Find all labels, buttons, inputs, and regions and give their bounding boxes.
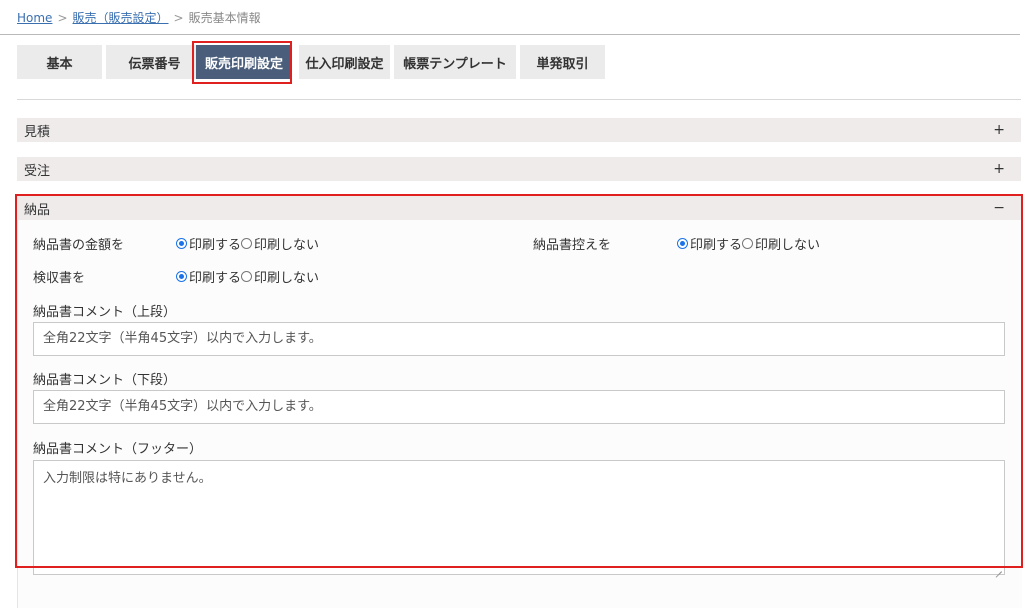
copy-print-label: 納品書控えを	[533, 238, 612, 253]
radio-label[interactable]: 印刷する	[189, 267, 241, 286]
breadcrumb-separator: >	[173, 11, 184, 25]
resize-handle-icon[interactable]	[993, 563, 1003, 573]
comment-footer-textarea[interactable]: 入力制限は特にありません。	[33, 460, 1005, 575]
accordion-estimate-title: 見積	[24, 124, 51, 140]
comment-upper-label: 納品書コメント（上段）	[33, 305, 177, 320]
header-divider	[0, 34, 1020, 35]
comment-lower-input[interactable]: 全角22文字（半角45文字）以内で入力します。	[33, 390, 1005, 424]
accordion-order-title: 受注	[24, 163, 51, 179]
expand-icon[interactable]: +	[993, 122, 1005, 138]
comment-lower-label: 納品書コメント（下段）	[33, 373, 177, 388]
radio-label[interactable]: 印刷する	[189, 234, 241, 253]
accordion-estimate-header[interactable]: 見積 +	[17, 118, 1021, 142]
comment-upper-input[interactable]: 全角22文字（半角45文字）以内で入力します。	[33, 322, 1005, 356]
amount-print-label: 納品書の金額を	[33, 238, 125, 253]
breadcrumb-separator: >	[57, 11, 68, 25]
inspection-print-yes-radio[interactable]	[176, 271, 187, 282]
amount-print-no-radio[interactable]	[241, 238, 253, 249]
expand-icon[interactable]: +	[993, 161, 1005, 177]
accordion-delivery-title: 納品	[24, 202, 51, 218]
tab-single-transaction[interactable]: 単発取引	[520, 45, 605, 79]
copy-print-no-radio[interactable]	[742, 238, 754, 249]
accordion-order-header[interactable]: 受注 +	[17, 157, 1021, 181]
tab-form-template[interactable]: 帳票テンプレート	[394, 45, 516, 79]
collapse-icon[interactable]: −	[993, 200, 1005, 216]
radio-label[interactable]: 印刷しない	[254, 234, 319, 253]
tab-basic[interactable]: 基本	[17, 45, 102, 79]
copy-print-radio-group: 印刷する 印刷しない	[677, 234, 820, 253]
breadcrumb-current: 販売基本情報	[188, 11, 261, 25]
breadcrumb-parent-link[interactable]: 販売（販売設定）	[73, 11, 169, 25]
inspection-print-no-radio[interactable]	[241, 271, 253, 282]
breadcrumb-home-link[interactable]: Home	[17, 11, 52, 25]
comment-footer-label: 納品書コメント（フッター）	[33, 442, 203, 457]
radio-label[interactable]: 印刷しない	[254, 267, 319, 286]
inspection-print-label: 検収書を	[33, 271, 86, 286]
breadcrumb: Home > 販売（販売設定） > 販売基本情報	[17, 9, 261, 26]
tab-purchase-print-settings[interactable]: 仕入印刷設定	[299, 45, 390, 79]
amount-print-yes-radio[interactable]	[176, 238, 187, 249]
accordion-delivery-header[interactable]: 納品 −	[17, 196, 1021, 220]
copy-print-yes-radio[interactable]	[677, 238, 688, 249]
active-tab-highlight	[192, 41, 292, 84]
tabs-divider	[17, 99, 1021, 100]
radio-label[interactable]: 印刷しない	[755, 234, 820, 253]
tab-slip-number[interactable]: 伝票番号	[106, 45, 203, 79]
inspection-print-radio-group: 印刷する 印刷しない	[176, 267, 319, 286]
radio-label[interactable]: 印刷する	[690, 234, 742, 253]
amount-print-radio-group: 印刷する 印刷しない	[176, 234, 319, 253]
